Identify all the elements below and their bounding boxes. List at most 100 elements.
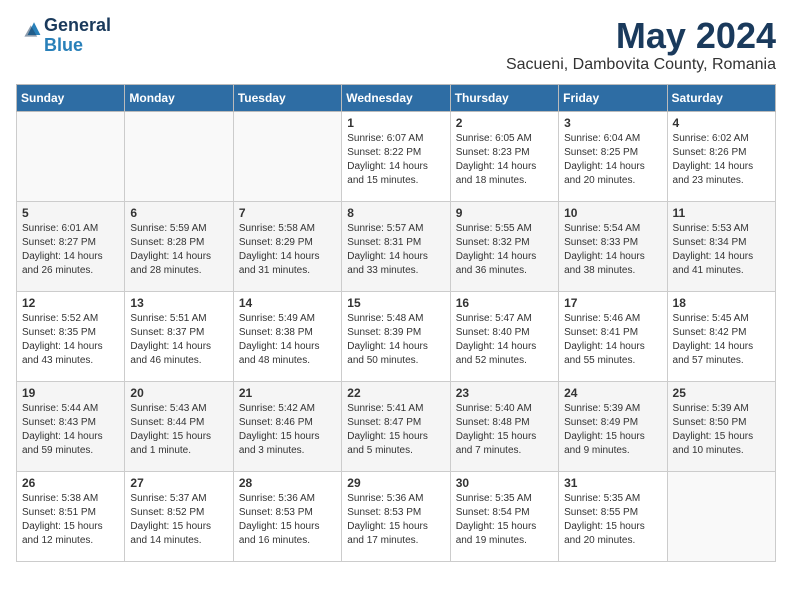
day-number: 5 — [22, 206, 119, 220]
calendar-cell: 3 Sunrise: 6:04 AMSunset: 8:25 PMDaylight… — [559, 111, 667, 201]
calendar-cell: 2Sunrise: 6:05 AMSunset: 8:23 PMDaylight… — [450, 111, 558, 201]
day-info: Sunrise: 5:42 AMSunset: 8:46 PMDaylight:… — [239, 402, 336, 458]
day-number: 10 — [564, 206, 661, 220]
calendar-cell: 4 Sunrise: 6:02 AMSunset: 8:26 PMDaylight… — [667, 111, 775, 201]
day-info: Sunrise: 5:58 AMSunset: 8:29 PMDaylight:… — [239, 222, 336, 278]
calendar-cell: 1 Sunrise: 6:07 AMSunset: 8:22 PMDaylight… — [342, 111, 450, 201]
location-subtitle: Sacueni, Dambovita County, Romania — [506, 56, 776, 74]
day-number: 12 — [22, 296, 119, 310]
logo-icon — [18, 19, 42, 43]
day-info: Sunrise: 5:36 AMSunset: 8:53 PMDaylight:… — [239, 492, 336, 548]
day-number: 15 — [347, 296, 444, 310]
day-info: Sunrise: 5:39 AMSunset: 8:50 PMDaylight:… — [673, 402, 770, 458]
calendar-week-5: 26Sunrise: 5:38 AMSunset: 8:51 PMDayligh… — [17, 471, 776, 561]
day-info: Sunrise: 5:53 AMSunset: 8:34 PMDaylight:… — [673, 222, 770, 278]
day-info: Sunrise: 5:43 AMSunset: 8:44 PMDaylight:… — [130, 402, 227, 458]
day-number: 25 — [673, 386, 770, 400]
calendar-body: 1 Sunrise: 6:07 AMSunset: 8:22 PMDaylight… — [17, 111, 776, 561]
calendar-cell — [125, 111, 233, 201]
calendar-cell: 28 Sunrise: 5:36 AMSunset: 8:53 PMDayligh… — [233, 471, 341, 561]
day-number: 7 — [239, 206, 336, 220]
logo-text-line1: GeneralGeneral — [44, 16, 111, 36]
day-number: 13 — [130, 296, 227, 310]
calendar-cell: 21 Sunrise: 5:42 AMSunset: 8:46 PMDayligh… — [233, 381, 341, 471]
header-cell-saturday: Saturday — [667, 84, 775, 111]
day-info: Sunrise: 5:48 AMSunset: 8:39 PMDaylight:… — [347, 312, 444, 368]
calendar-cell: 29Sunrise: 5:36 AMSunset: 8:53 PMDayligh… — [342, 471, 450, 561]
calendar-cell: 23Sunrise: 5:40 AMSunset: 8:48 PMDayligh… — [450, 381, 558, 471]
day-info: Sunrise: 5:59 AMSunset: 8:28 PMDaylight:… — [130, 222, 227, 278]
day-number: 6 — [130, 206, 227, 220]
day-info: Sunrise: 5:41 AMSunset: 8:47 PMDaylight:… — [347, 402, 444, 458]
day-info: Sunrise: 6:01 AMSunset: 8:27 PMDaylight:… — [22, 222, 119, 278]
calendar-week-2: 5 Sunrise: 6:01 AMSunset: 8:27 PMDaylight… — [17, 201, 776, 291]
day-number: 30 — [456, 476, 553, 490]
day-number: 8 — [347, 206, 444, 220]
header-cell-monday: Monday — [125, 84, 233, 111]
day-info: Sunrise: 6:02 AMSunset: 8:26 PMDaylight:… — [673, 132, 770, 188]
day-info: Sunrise: 6:04 AMSunset: 8:25 PMDaylight:… — [564, 132, 661, 188]
calendar-cell: 15 Sunrise: 5:48 AMSunset: 8:39 PMDayligh… — [342, 291, 450, 381]
day-info: Sunrise: 6:07 AMSunset: 8:22 PMDaylight:… — [347, 132, 444, 188]
day-number: 18 — [673, 296, 770, 310]
day-number: 11 — [673, 206, 770, 220]
day-info: Sunrise: 5:44 AMSunset: 8:43 PMDaylight:… — [22, 402, 119, 458]
day-info: Sunrise: 5:36 AMSunset: 8:53 PMDaylight:… — [347, 492, 444, 548]
calendar-cell: 22 Sunrise: 5:41 AMSunset: 8:47 PMDayligh… — [342, 381, 450, 471]
calendar-cell: 27 Sunrise: 5:37 AMSunset: 8:52 PMDayligh… — [125, 471, 233, 561]
calendar-cell: 31Sunrise: 5:35 AMSunset: 8:55 PMDayligh… — [559, 471, 667, 561]
header-cell-tuesday: Tuesday — [233, 84, 341, 111]
day-number: 20 — [130, 386, 227, 400]
day-info: Sunrise: 5:54 AMSunset: 8:33 PMDaylight:… — [564, 222, 661, 278]
calendar-cell: 16 Sunrise: 5:47 AMSunset: 8:40 PMDayligh… — [450, 291, 558, 381]
calendar-cell: 14Sunrise: 5:49 AMSunset: 8:38 PMDayligh… — [233, 291, 341, 381]
calendar-cell: 26Sunrise: 5:38 AMSunset: 8:51 PMDayligh… — [17, 471, 125, 561]
logo-text-line2: Blue — [44, 36, 111, 56]
day-number: 1 — [347, 116, 444, 130]
day-info: Sunrise: 5:46 AMSunset: 8:41 PMDaylight:… — [564, 312, 661, 368]
calendar-cell: 20 Sunrise: 5:43 AMSunset: 8:44 PMDayligh… — [125, 381, 233, 471]
page-header: GeneralGeneral Blue May 2024 Sacueni, Da… — [16, 16, 776, 74]
day-info: Sunrise: 5:47 AMSunset: 8:40 PMDaylight:… — [456, 312, 553, 368]
header-cell-friday: Friday — [559, 84, 667, 111]
day-number: 9 — [456, 206, 553, 220]
day-number: 19 — [22, 386, 119, 400]
calendar-cell: 8 Sunrise: 5:57 AMSunset: 8:31 PMDaylight… — [342, 201, 450, 291]
day-number: 27 — [130, 476, 227, 490]
calendar-header: SundayMondayTuesdayWednesdayThursdayFrid… — [17, 84, 776, 111]
header-cell-sunday: Sunday — [17, 84, 125, 111]
day-info: Sunrise: 5:51 AMSunset: 8:37 PMDaylight:… — [130, 312, 227, 368]
calendar-cell — [17, 111, 125, 201]
calendar-cell: 13 Sunrise: 5:51 AMSunset: 8:37 PMDayligh… — [125, 291, 233, 381]
day-info: Sunrise: 5:55 AMSunset: 8:32 PMDaylight:… — [456, 222, 553, 278]
day-info: Sunrise: 5:57 AMSunset: 8:31 PMDaylight:… — [347, 222, 444, 278]
day-info: Sunrise: 5:45 AMSunset: 8:42 PMDaylight:… — [673, 312, 770, 368]
day-info: Sunrise: 5:52 AMSunset: 8:35 PMDaylight:… — [22, 312, 119, 368]
day-number: 4 — [673, 116, 770, 130]
calendar-cell — [667, 471, 775, 561]
day-number: 28 — [239, 476, 336, 490]
day-number: 21 — [239, 386, 336, 400]
calendar-cell: 19 Sunrise: 5:44 AMSunset: 8:43 PMDayligh… — [17, 381, 125, 471]
day-number: 22 — [347, 386, 444, 400]
calendar-cell: 6 Sunrise: 5:59 AMSunset: 8:28 PMDaylight… — [125, 201, 233, 291]
header-cell-wednesday: Wednesday — [342, 84, 450, 111]
day-info: Sunrise: 5:35 AMSunset: 8:54 PMDaylight:… — [456, 492, 553, 548]
day-number: 31 — [564, 476, 661, 490]
day-info: Sunrise: 5:37 AMSunset: 8:52 PMDaylight:… — [130, 492, 227, 548]
title-block: May 2024 Sacueni, Dambovita County, Roma… — [506, 16, 776, 74]
day-number: 3 — [564, 116, 661, 130]
calendar-cell: 24Sunrise: 5:39 AMSunset: 8:49 PMDayligh… — [559, 381, 667, 471]
day-number: 26 — [22, 476, 119, 490]
calendar-cell: 11 Sunrise: 5:53 AMSunset: 8:34 PMDayligh… — [667, 201, 775, 291]
calendar-cell: 12 Sunrise: 5:52 AMSunset: 8:35 PMDayligh… — [17, 291, 125, 381]
header-row: SundayMondayTuesdayWednesdayThursdayFrid… — [17, 84, 776, 111]
calendar-cell: 25 Sunrise: 5:39 AMSunset: 8:50 PMDayligh… — [667, 381, 775, 471]
day-info: Sunrise: 6:05 AMSunset: 8:23 PMDaylight:… — [456, 132, 553, 188]
calendar-week-4: 19 Sunrise: 5:44 AMSunset: 8:43 PMDayligh… — [17, 381, 776, 471]
calendar-cell: 10 Sunrise: 5:54 AMSunset: 8:33 PMDayligh… — [559, 201, 667, 291]
calendar-cell: 17Sunrise: 5:46 AMSunset: 8:41 PMDayligh… — [559, 291, 667, 381]
day-number: 16 — [456, 296, 553, 310]
logo: GeneralGeneral Blue — [16, 16, 111, 56]
calendar-cell: 7 Sunrise: 5:58 AMSunset: 8:29 PMDaylight… — [233, 201, 341, 291]
